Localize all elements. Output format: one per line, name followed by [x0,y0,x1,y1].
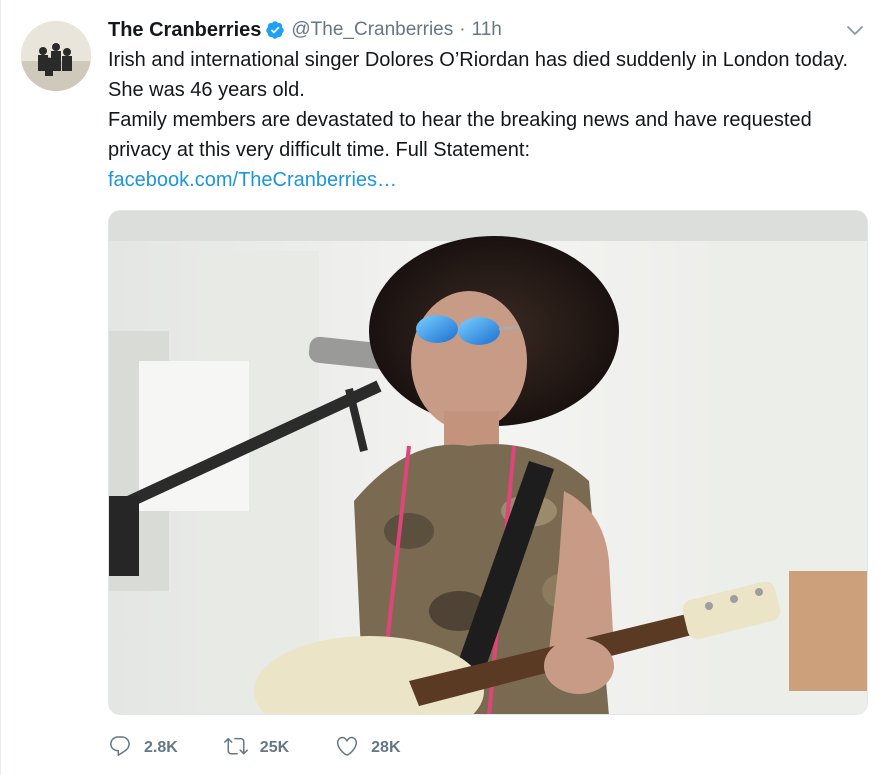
separator-dot: · [459,19,466,40]
tweet-photo[interactable] [108,210,868,715]
performer-photo [109,211,867,714]
tweet-text: Irish and international singer Dolores O… [108,45,868,195]
avatar-image [21,21,91,91]
tweet-text-line2: Family members are devastated to hear th… [108,109,812,161]
tweet-actions: 2.8K 25K 28K [108,735,447,761]
tweet-link[interactable]: facebook.com/TheCranberries… [108,169,397,191]
author-handle[interactable]: @The_Cranberries [291,19,453,41]
retweet-button[interactable]: 25K [223,734,290,763]
tweet-card[interactable]: The Cranberries @The_Cranberries · 11h I… [0,0,884,775]
reply-button[interactable]: 2.8K [108,734,178,763]
verified-badge-icon [265,20,285,40]
like-count: 28K [371,739,401,756]
reply-icon [108,734,132,763]
like-button[interactable]: 28K [335,734,401,763]
avatar[interactable] [21,21,91,91]
chevron-down-icon[interactable] [845,20,865,40]
reply-count: 2.8K [144,739,178,756]
retweet-icon [223,734,248,763]
retweet-count: 25K [259,739,290,756]
tweet-timestamp[interactable]: 11h [472,19,502,41]
tweet-text-line1: Irish and international singer Dolores O… [108,49,849,101]
tweet-header: The Cranberries @The_Cranberries · 11h [108,17,502,43]
heart-icon [335,734,359,763]
author-name[interactable]: The Cranberries [108,19,261,42]
